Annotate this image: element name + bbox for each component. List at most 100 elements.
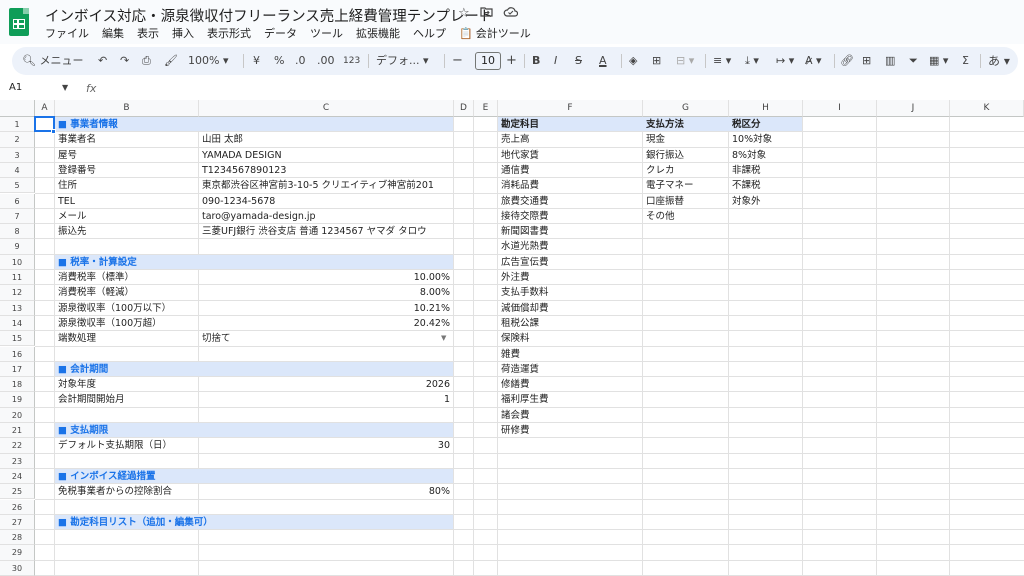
setting-value[interactable]: 2026 [199,377,453,392]
list-header-accounts[interactable]: 勘定科目 [498,117,642,132]
row-header-4[interactable]: 4 [0,162,35,179]
spreadsheet-grid[interactable]: ABCDEFGHIJK 1 2 3 4 5 6 7 8 9 10 11 12 13 14 15 16 17 18 1… [0,100,1024,576]
setting-value[interactable]: 090-1234-5678 [199,194,453,209]
row-header-2[interactable]: 2 [0,132,35,148]
strikethrough-icon[interactable]: S [575,47,582,75]
column-header-c[interactable]: C [199,100,454,117]
setting-label[interactable]: TEL [55,194,198,209]
setting-value[interactable]: 10.00% [199,270,453,285]
row-header-26[interactable]: 26 [0,499,35,515]
setting-label[interactable]: 事業者名 [55,132,198,147]
borders-icon[interactable]: ⊞ [652,47,661,75]
setting-label[interactable]: 源泉徴収率（100万超） [55,316,198,331]
row-header-1[interactable]: 1 [0,117,35,133]
column-header-b[interactable]: B [55,100,199,117]
menu-format[interactable]: 表示形式 [207,25,251,43]
account-item[interactable]: 雑費 [498,347,642,362]
row-header-7[interactable]: 7 [0,208,35,225]
account-item[interactable]: 荷造運賃 [498,362,642,377]
account-item[interactable]: 広告宣伝費 [498,255,642,270]
account-item[interactable]: 修繕費 [498,377,642,392]
setting-label[interactable]: デフォルト支払期限（日） [55,438,198,453]
setting-label[interactable]: 免税事業者からの控除割合 [55,484,198,499]
name-box[interactable]: A1 [9,82,22,93]
input-tools-button[interactable]: あ ▾ [988,47,1010,75]
row-header-29[interactable]: 29 [0,545,35,561]
row-header-16[interactable]: 16 [0,346,35,362]
vertical-align-icon[interactable]: ⤓ ▾ [745,47,759,75]
row-header-27[interactable]: 27 [0,514,35,531]
account-item[interactable]: 旅費交通費 [498,194,642,209]
account-item[interactable]: 租税公課 [498,316,642,331]
italic-icon[interactable]: I [554,47,557,75]
move-folder-icon[interactable] [480,6,493,21]
payment-method-item[interactable]: 現金 [643,132,728,147]
row-header-24[interactable]: 24 [0,468,35,485]
section-header-invoice[interactable]: ■ インボイス経過措置 [55,469,198,484]
setting-label[interactable]: メール [55,209,198,224]
row-header-21[interactable]: 21 [0,423,35,439]
menu-edit[interactable]: 編集 [102,25,124,43]
row-header-22[interactable]: 22 [0,438,35,454]
account-item[interactable]: 接待交際費 [498,209,642,224]
select-all-corner[interactable] [0,100,35,117]
setting-value[interactable]: YAMADA DESIGN [199,148,453,163]
menu-tools[interactable]: ツール [310,25,343,43]
row-header-23[interactable]: 23 [0,453,35,469]
fill-handle[interactable] [51,129,56,135]
account-item[interactable]: 水道光熱費 [498,239,642,254]
payment-method-item[interactable]: 銀行振込 [643,148,728,163]
text-rotation-icon[interactable]: A̷ ▾ [805,47,822,75]
account-item[interactable]: 減価償却費 [498,301,642,316]
payment-method-item[interactable]: その他 [643,209,728,224]
menu-search[interactable]: 🔍︎ メニュー [22,47,83,75]
account-item[interactable]: 保険料 [498,331,642,346]
payment-method-item[interactable]: 電子マネー [643,178,728,193]
bold-icon[interactable]: B [532,47,540,75]
row-header-15[interactable]: 15 [0,331,35,347]
menu-help[interactable]: ヘルプ [413,25,446,43]
row-header-5[interactable]: 5 [0,178,35,194]
row-header-30[interactable]: 30 [0,560,35,576]
zoom-select[interactable]: 100% ▾ [188,47,228,75]
section-header-payment[interactable]: ■ 支払期限 [55,423,198,438]
row-header-12[interactable]: 12 [0,285,35,301]
setting-label[interactable]: 消費税率（標準） [55,270,198,285]
setting-value[interactable]: 東京都渋谷区神宮前3-10-5 クリエイティブ神宮前201 [199,178,453,193]
setting-value[interactable]: T1234567890123 [199,163,453,178]
section-header-business[interactable]: ■ 事業者情報 [55,117,198,132]
star-icon[interactable]: ☆ [458,6,470,21]
row-header-8[interactable]: 8 [0,224,35,240]
sheets-logo-icon[interactable] [9,8,29,36]
font-select[interactable]: デフォ... ▾ [376,47,429,75]
setting-label[interactable]: 屋号 [55,148,198,163]
row-header-19[interactable]: 19 [0,392,35,408]
setting-value[interactable]: 1 [199,392,453,407]
text-wrap-icon[interactable]: ↦ ▾ [776,47,794,75]
decrease-decimal-button[interactable]: .0 [295,47,306,75]
row-header-3[interactable]: 3 [0,147,35,163]
paint-format-icon[interactable]: 🖌︎ [164,47,178,75]
row-header-18[interactable]: 18 [0,377,35,393]
tax-category-item[interactable]: 対象外 [729,194,802,209]
payment-method-item[interactable]: クレカ [643,163,728,178]
column-header-k[interactable]: K [950,100,1024,117]
column-header-f[interactable]: F [498,100,643,117]
row-header-11[interactable]: 11 [0,270,35,286]
currency-format-button[interactable]: ¥ [253,47,260,75]
dropdown-arrow-icon[interactable]: ▼ [441,334,446,342]
column-header-i[interactable]: I [803,100,877,117]
filter-icon[interactable]: ⏷ [909,47,918,75]
setting-label[interactable]: 会計期間開始月 [55,392,198,407]
increase-font-size-button[interactable]: + [506,47,517,75]
name-box-dropdown-icon[interactable]: ▼ [62,83,68,92]
row-header-13[interactable]: 13 [0,300,35,316]
tax-category-item[interactable]: 10%対象 [729,132,802,147]
list-header-tax-categories[interactable]: 税区分 [729,117,802,132]
filter-views-icon[interactable]: ▦ ▾ [929,47,948,75]
menu-view[interactable]: 表示 [137,25,159,43]
account-item[interactable]: 通信費 [498,163,642,178]
setting-value[interactable]: 20.42% [199,316,453,331]
menu-insert[interactable]: 挿入 [172,25,194,43]
document-title[interactable]: インボイス対応・源泉徴収付フリーランス売上経費管理テンプレート [45,5,493,26]
